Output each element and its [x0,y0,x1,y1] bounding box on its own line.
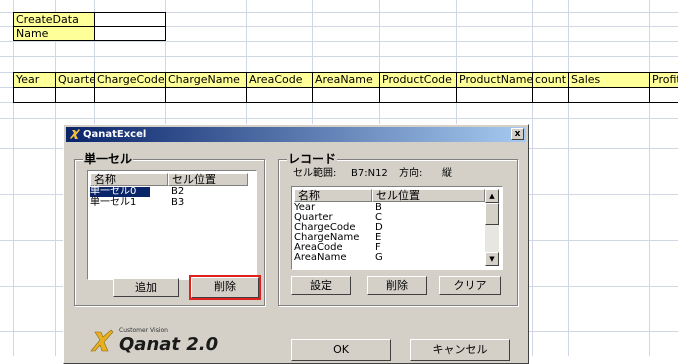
clear-button[interactable]: クリア [439,276,501,295]
cell-divider [165,87,166,103]
record-group: レコード セル範囲: B7:N12 方向: 縦 名称 セル位置 Year B Q… [278,152,518,306]
cell-name-label[interactable]: Name [13,26,95,41]
list-item[interactable]: AreaName [294,253,347,263]
cell-divider [94,87,95,103]
gridline [0,56,678,57]
scroll-up-arrow-icon[interactable]: ▲ [485,189,499,203]
qanat-logo-icon [70,129,80,139]
cell-divider [649,87,650,103]
cell-divider [55,87,56,103]
cell-divider [532,87,533,103]
header-cell[interactable]: ChargeName [165,72,247,88]
qanat-dialog: QanatExcel x 単一セル 名称 セル位置 単一セル0 B2 単一セル1… [63,124,529,364]
header-cell[interactable]: Profits [649,72,678,88]
header-cell[interactable]: ProductName [456,72,533,88]
column-header-position[interactable]: セル位置 [372,189,485,202]
gridline [0,41,678,42]
header-cell[interactable]: AreaName [312,72,380,88]
scroll-down-arrow-icon[interactable]: ▼ [485,252,499,266]
cancel-button[interactable]: キャンセル [410,339,510,361]
list-item-selected[interactable]: 単一セル0 [90,187,150,197]
dialog-titlebar[interactable]: QanatExcel x [66,127,526,142]
header-cell[interactable]: Sales [568,72,650,88]
column-header-name[interactable]: 名称 [90,173,168,186]
record-scrollbar[interactable]: ▲ ▼ [485,189,499,266]
ok-button[interactable]: OK [291,339,391,361]
record-delete-button[interactable]: 削除 [367,276,427,295]
cell-createdata-value[interactable] [94,12,166,27]
data-row[interactable] [13,87,678,103]
range-label: セル範囲: [293,168,337,179]
gridline [649,0,650,356]
dialog-title: QanatExcel [83,129,147,140]
gridline [532,0,533,356]
range-value: B7:N12 [351,168,388,179]
scrollbar-thumb[interactable] [485,203,499,225]
list-item-position: B3 [171,197,185,208]
header-cell[interactable]: AreaCode [246,72,313,88]
cell-divider [456,87,457,103]
add-button[interactable]: 追加 [113,278,179,297]
cell-name-value[interactable] [94,26,166,41]
single-cell-group-title: 単一セル [83,152,134,166]
cell-divider [246,87,247,103]
delete-button[interactable]: 削除 [189,275,261,300]
single-cell-group: 単一セル 名称 セル位置 単一セル0 B2 単一セル1 B3 追加 削除 [74,152,265,306]
header-cell[interactable]: Quarter [55,72,95,88]
column-header-position[interactable]: セル位置 [168,173,248,186]
list-item-position: B2 [171,186,185,197]
qanat-mark-icon [90,329,114,352]
cell-divider [379,87,380,103]
logo-text: Qanat 2.0 [119,334,219,355]
record-group-title: レコード [287,152,338,166]
header-cell[interactable]: count [532,72,569,88]
qanat-logo: Customer Vision Qanat 2.0 [89,325,219,355]
header-cell[interactable]: ProductCode [379,72,457,88]
gridline [13,0,14,356]
direction-value: 縦 [442,168,452,179]
set-button[interactable]: 設定 [291,276,351,295]
header-cell[interactable]: Year [13,72,56,88]
list-item-name: 単一セル0 [90,186,137,197]
logo-tagline: Customer Vision [119,327,168,334]
close-button[interactable]: x [511,128,524,140]
list-item-position: G [375,252,383,263]
column-header-name[interactable]: 名称 [294,189,372,202]
cell-divider [568,87,569,103]
gridline [0,118,678,119]
cell-createdata-label[interactable]: CreateData [13,12,95,27]
single-cell-listbox[interactable]: 名称 セル位置 単一セル0 B2 単一セル1 B3 [87,170,257,280]
list-item[interactable]: 単一セル1 [90,198,136,208]
gridline [568,0,569,356]
record-listbox[interactable]: 名称 セル位置 Year B Quarter C ChargeCode D Ch… [291,186,503,270]
header-cell[interactable]: ChargeCode [94,72,166,88]
gridline [55,0,56,356]
cell-divider [312,87,313,103]
direction-label: 方向: [399,168,423,179]
